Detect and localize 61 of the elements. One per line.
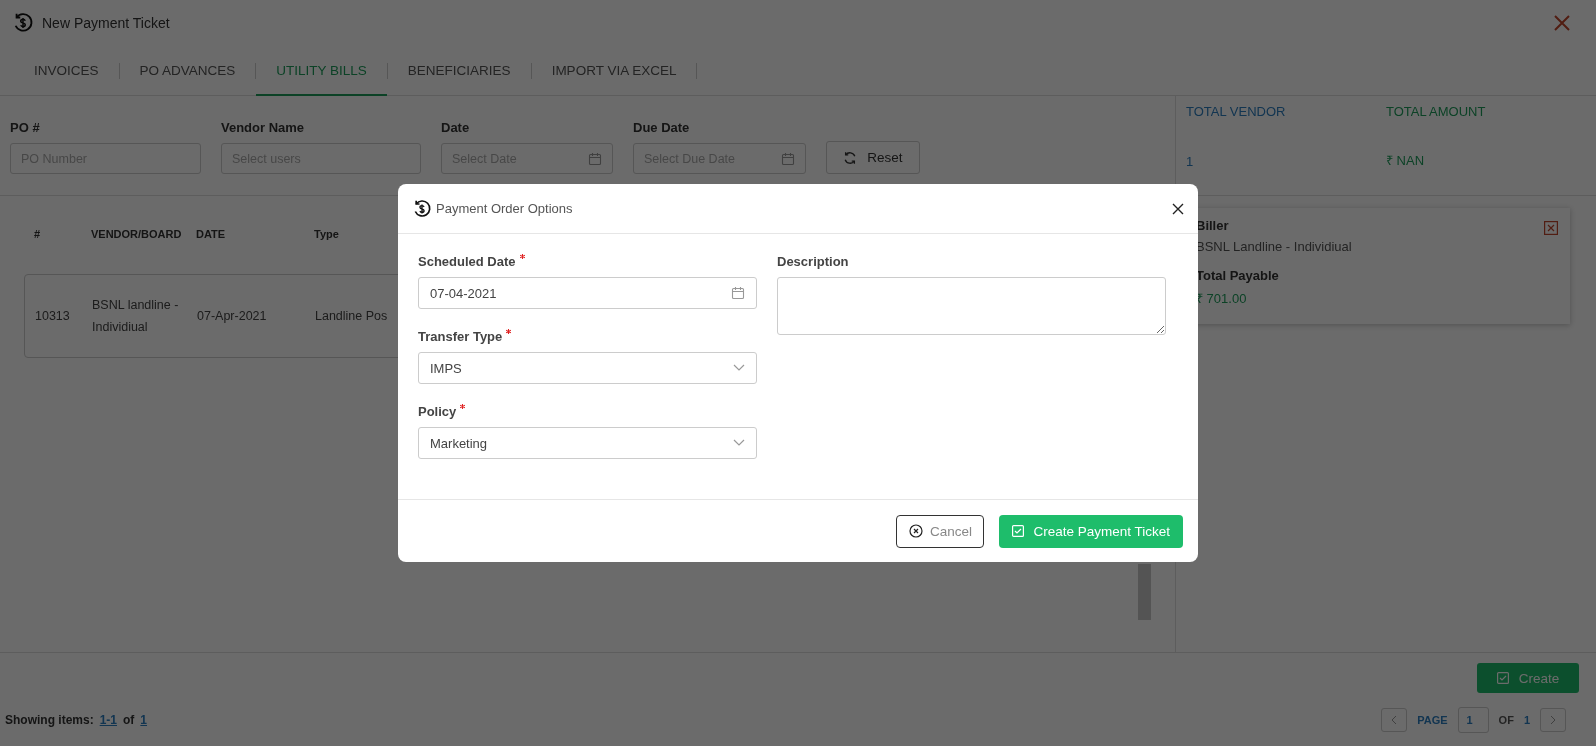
total-value: 1	[1186, 154, 1195, 169]
tab[interactable]: INVOICES	[14, 46, 119, 96]
field-label: Scheduled Date	[418, 254, 516, 269]
showing-label: Showing items:	[5, 712, 94, 727]
chevron-down-icon	[733, 364, 745, 372]
tab[interactable]: IMPORT VIA EXCEL	[531, 46, 697, 96]
tab[interactable]: BENEFICIARIES	[387, 46, 531, 96]
page-label: PAGE	[1417, 713, 1448, 726]
column-header: Type	[314, 227, 340, 240]
field-label: Date	[441, 120, 471, 135]
calendar-icon	[588, 151, 602, 166]
chevron-down-icon	[733, 439, 745, 447]
payable-label: Total Payable	[1196, 268, 1279, 283]
table-cell-text: BSNL landline - Individiual	[92, 297, 180, 336]
tab[interactable]: UTILITY BILLS	[256, 46, 387, 96]
total-label: TOTAL VENDOR	[1186, 104, 1287, 119]
field-label: Policy	[418, 404, 457, 419]
field-label: Description	[777, 254, 849, 269]
remove-icon[interactable]	[1544, 221, 1558, 235]
select-field[interactable]: Marketing	[418, 427, 757, 459]
field-label: Vendor Name	[221, 120, 306, 135]
dollar-refresh-icon	[12, 12, 34, 34]
field-label: Due Date	[633, 120, 691, 135]
total-link[interactable]: 1	[140, 712, 148, 727]
next-page-button[interactable]	[1540, 707, 1566, 732]
calendar-icon	[731, 286, 745, 300]
input-field[interactable]: 07-04-2021	[418, 277, 757, 309]
close-circle-icon	[908, 524, 923, 538]
table-cell-text: 07-Apr-2021	[197, 308, 268, 325]
of-label: OF	[1498, 713, 1514, 726]
table-cell-text: 10313	[35, 308, 71, 325]
cancel-button[interactable]: Cancel	[896, 514, 985, 548]
field-label: PO #	[10, 120, 41, 135]
tab[interactable]: PO ADVANCES	[119, 46, 256, 96]
chevron-right-icon	[1550, 714, 1556, 725]
close-icon[interactable]	[1172, 202, 1184, 215]
modal-title: Payment Order Options	[436, 201, 574, 216]
calendar-icon	[781, 151, 795, 166]
create-ticket-button[interactable]: Create Payment Ticket	[999, 514, 1183, 548]
checkbox-icon	[1496, 672, 1509, 684]
of-label: of	[123, 712, 135, 727]
dollar-refresh-icon	[412, 198, 432, 219]
select-field[interactable]: IMPS	[418, 352, 757, 384]
chevron-left-icon	[1391, 714, 1398, 725]
total-value: ₹ NAN	[1386, 152, 1426, 169]
field-label: Transfer Type	[418, 329, 503, 344]
column-header: VENDOR/BOARD	[91, 227, 183, 240]
previous-page-button[interactable]	[1381, 707, 1408, 732]
window-title: New Payment Ticket	[42, 15, 171, 31]
page-count: 1	[1523, 713, 1530, 726]
page-input[interactable]: 1	[1457, 706, 1489, 733]
range-link[interactable]: 1-1	[99, 712, 117, 727]
description-field[interactable]	[777, 277, 1166, 335]
checkbox-icon	[1012, 525, 1025, 537]
column-header: #	[34, 227, 42, 240]
column-header: DATE	[196, 227, 227, 240]
refresh-icon	[843, 150, 858, 165]
create-button[interactable]: Create	[1477, 663, 1579, 693]
reset-button[interactable]: Reset	[826, 141, 920, 174]
total-label: TOTAL AMOUNT	[1386, 104, 1487, 119]
table-cell-text: Landline Pos	[315, 308, 389, 325]
